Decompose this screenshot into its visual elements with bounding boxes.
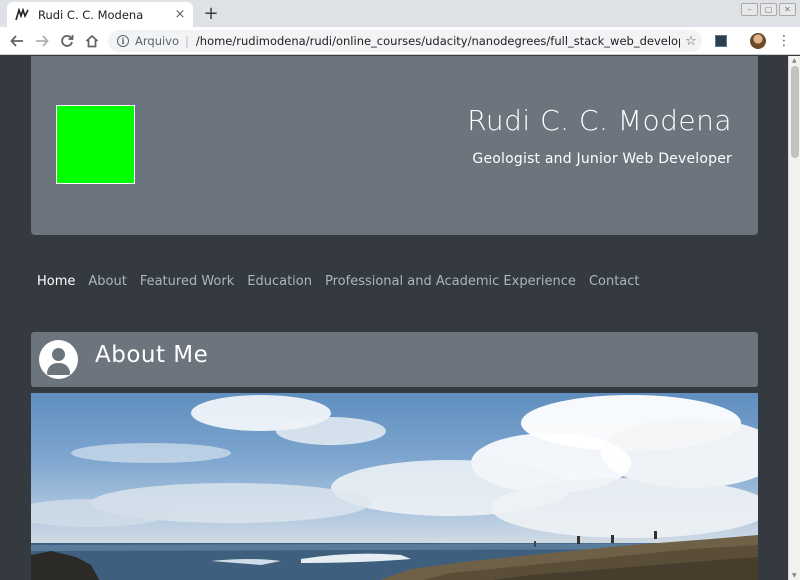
scrollbar-thumb[interactable] [791,66,799,158]
scroll-up-icon[interactable]: ▲ [792,57,797,64]
tab-bar: Rudi C. C. Modena × + – ▢ ✕ [0,0,800,27]
browser-tab[interactable]: Rudi C. C. Modena × [7,2,193,27]
about-section-header: About Me [31,332,758,387]
tab-title: Rudi C. C. Modena [38,7,144,22]
new-tab-button[interactable]: + [202,3,220,24]
about-photo [31,393,758,580]
back-icon[interactable] [8,32,26,50]
url-text[interactable]: /home/rudimodena/rudi/online_courses/uda… [196,34,680,48]
nav-item-experience[interactable]: Professional and Academic Experience [325,274,576,289]
logo [56,105,135,184]
site-header: Rudi C. C. Modena Geologist and Junior W… [31,56,758,235]
nav-item-about[interactable]: About [88,274,126,289]
browser-toolbar: i Arquivo | /home/rudimodena/rudi/online… [0,27,800,55]
home-icon[interactable] [83,32,101,50]
nav-item-contact[interactable]: Contact [589,274,640,289]
minimize-icon[interactable]: – [741,3,758,16]
nav-item-home[interactable]: Home [37,274,75,289]
extension-icon[interactable] [715,35,727,47]
user-icon [39,340,78,379]
star-icon[interactable]: ☆ [680,34,702,49]
nav-item-featured-work[interactable]: Featured Work [140,274,234,289]
menu-icon[interactable]: ⋮ [777,33,791,49]
forward-icon[interactable] [33,32,51,50]
favicon-icon [15,7,29,22]
page-content: Rudi C. C. Modena Geologist and Junior W… [0,56,788,580]
scroll-down-icon[interactable]: ▼ [792,572,797,579]
site-tagline: Geologist and Junior Web Developer [472,151,732,167]
main-nav: Home About Featured Work Education Profe… [37,274,640,289]
nav-item-education[interactable]: Education [247,274,312,289]
address-bar[interactable]: i Arquivo | /home/rudimodena/rudi/online… [108,30,702,52]
site-name: Rudi C. C. Modena [467,104,732,137]
scheme-label: Arquivo [135,34,180,48]
page-scrollbar[interactable]: ▲ ▼ [788,56,800,580]
maximize-icon[interactable]: ▢ [760,3,777,16]
omnibox-divider: | [185,34,189,48]
window-controls: – ▢ ✕ [741,3,796,16]
section-title: About Me [95,342,209,368]
profile-icon[interactable] [750,33,766,49]
window-close-icon[interactable]: ✕ [779,3,796,16]
tab-close-icon[interactable]: × [173,7,187,22]
info-icon[interactable]: i [117,35,129,47]
reload-icon[interactable] [58,32,76,50]
